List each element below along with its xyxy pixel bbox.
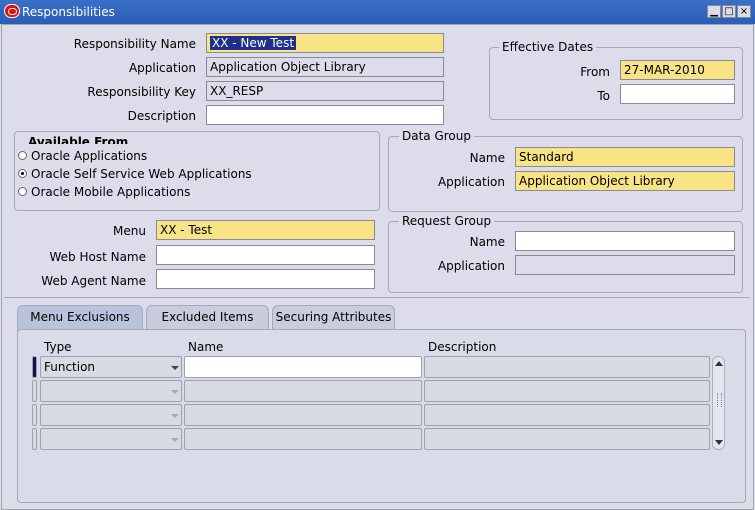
data-group-application-field[interactable]: Application Object Library	[515, 171, 735, 191]
oracle-logo-icon	[4, 4, 20, 18]
tab-securing-attributes[interactable]: Securing Attributes	[272, 305, 395, 329]
data-group-name-field[interactable]: Standard	[515, 147, 735, 167]
radio-mobile-applications[interactable]	[18, 187, 27, 196]
radio-oracle-applications[interactable]	[18, 151, 27, 160]
close-button[interactable]: ×	[737, 5, 751, 18]
type-select-value: Function	[44, 360, 96, 374]
column-header-type: Type	[44, 340, 72, 354]
application-field[interactable]: Application Object Library	[206, 57, 444, 77]
vertical-scrollbar[interactable]	[712, 356, 725, 450]
responsibility-name-label: Responsibility Name	[73, 37, 196, 51]
section-divider	[4, 297, 750, 298]
minimize-button[interactable]: ▁	[707, 5, 721, 18]
request-group-name-label: Name	[469, 235, 505, 249]
radio-label-mobile-applications: Oracle Mobile Applications	[31, 185, 191, 199]
exclusion-description-field[interactable]	[424, 428, 710, 450]
radio-label-oracle-applications: Oracle Applications	[31, 149, 148, 163]
effective-dates-title: Effective Dates	[499, 40, 597, 54]
type-select[interactable]: Function	[40, 356, 182, 378]
description-label: Description	[127, 109, 196, 123]
chevron-down-icon	[171, 366, 179, 370]
web-agent-name-label: Web Agent Name	[41, 274, 146, 288]
scroll-up-icon[interactable]	[715, 361, 723, 366]
request-group-title: Request Group	[399, 214, 495, 228]
application-label: Application	[128, 61, 196, 75]
maximize-button[interactable]: □	[722, 5, 736, 18]
exclusion-name-field[interactable]	[184, 380, 422, 402]
data-group-name-label: Name	[469, 151, 505, 165]
to-date-field[interactable]	[620, 84, 735, 104]
tab-menu-exclusions[interactable]: Menu Exclusions	[17, 305, 143, 331]
row-indicator[interactable]	[32, 404, 37, 426]
close-icon: ×	[739, 6, 749, 17]
responsibility-name-value: XX - New Test	[210, 36, 297, 50]
window-title: Responsibilities	[22, 5, 115, 19]
data-group-application-label: Application	[437, 175, 505, 189]
scroll-down-icon[interactable]	[715, 440, 723, 445]
column-header-name: Name	[188, 340, 224, 354]
title-bar: Responsibilities ▁ □ ×	[0, 0, 755, 24]
responsibility-name-field[interactable]: XX - New Test	[206, 33, 444, 53]
column-header-description: Description	[428, 340, 497, 354]
minimize-icon: ▁	[710, 6, 718, 17]
menu-label: Menu	[113, 224, 146, 238]
radio-label-self-service-web: Oracle Self Service Web Applications	[31, 167, 252, 181]
maximize-icon: □	[724, 6, 734, 17]
type-select[interactable]	[40, 428, 182, 450]
tab-excluded-items[interactable]: Excluded Items	[146, 305, 269, 329]
from-label: From	[580, 65, 610, 79]
web-host-name-field[interactable]	[156, 245, 375, 265]
request-group-name-field[interactable]	[515, 231, 735, 251]
description-field[interactable]	[206, 105, 444, 125]
web-host-name-label: Web Host Name	[49, 250, 146, 264]
request-group-application-label: Application	[437, 259, 505, 273]
request-group-application-field[interactable]	[515, 255, 735, 275]
responsibility-key-field[interactable]: XX_RESP	[206, 81, 444, 101]
exclusion-name-field[interactable]	[184, 428, 422, 450]
chevron-down-icon	[171, 390, 179, 394]
scroll-thumb-grip[interactable]	[717, 393, 722, 407]
radio-self-service-web[interactable]	[18, 169, 27, 178]
row-indicator[interactable]	[32, 380, 37, 402]
exclusion-name-field[interactable]	[184, 404, 422, 426]
row-indicator[interactable]	[32, 428, 37, 450]
data-group-title: Data Group	[399, 129, 474, 143]
type-select[interactable]	[40, 404, 182, 426]
exclusion-description-field[interactable]	[424, 404, 710, 426]
row-indicator-current[interactable]	[32, 356, 37, 378]
web-agent-name-field[interactable]	[156, 269, 375, 289]
from-date-field[interactable]: 27-MAR-2010	[620, 60, 735, 80]
to-label: To	[597, 89, 610, 103]
type-select[interactable]	[40, 380, 182, 402]
exclusion-description-field[interactable]	[424, 356, 710, 378]
exclusion-name-field[interactable]	[184, 356, 422, 378]
available-from-title: Available From	[25, 135, 132, 144]
exclusion-description-field[interactable]	[424, 380, 710, 402]
responsibility-key-label: Responsibility Key	[87, 85, 196, 99]
chevron-down-icon	[171, 438, 179, 442]
chevron-down-icon	[171, 414, 179, 418]
menu-field[interactable]: XX - Test	[156, 220, 375, 240]
